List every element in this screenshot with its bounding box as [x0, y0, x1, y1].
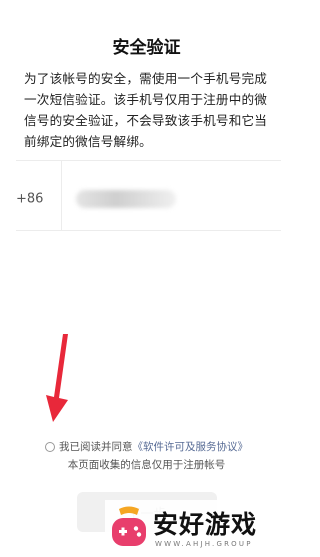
agreement-row: 我已阅读并同意 《软件许可及服务协议》 [0, 439, 293, 454]
security-verification-page: 安全验证 为了该帐号的安全，需使用一个手机号完成一次短信验证。该手机号仅用于注册… [0, 0, 295, 557]
gamepad-logo-icon [112, 506, 146, 546]
red-arrow-annotation [46, 334, 68, 422]
watermark-url: WWW.AHJH.GROUP [155, 540, 253, 548]
redacted-phone-number [76, 190, 176, 208]
agreement-prefix: 我已阅读并同意 [59, 441, 133, 453]
agreement-checkbox[interactable] [45, 441, 55, 452]
page-description: 为了该帐号的安全，需使用一个手机号完成一次短信验证。该手机号仅用于注册中的微信号… [24, 71, 268, 149]
page-title: 安全验证 [112, 38, 181, 58]
watermark: 安好游戏 WWW.AHJH.GROUP [105, 500, 295, 557]
license-agreement-link[interactable]: 《软件许可及服务协议》 [133, 439, 249, 454]
phone-input-row: +86 [16, 160, 281, 231]
country-code-selector[interactable]: +86 [16, 192, 43, 207]
watermark-brand: 安好游戏 [153, 510, 258, 539]
privacy-note: 本页面收集的信息仅用于注册帐号 [67, 459, 226, 471]
divider [61, 161, 62, 231]
